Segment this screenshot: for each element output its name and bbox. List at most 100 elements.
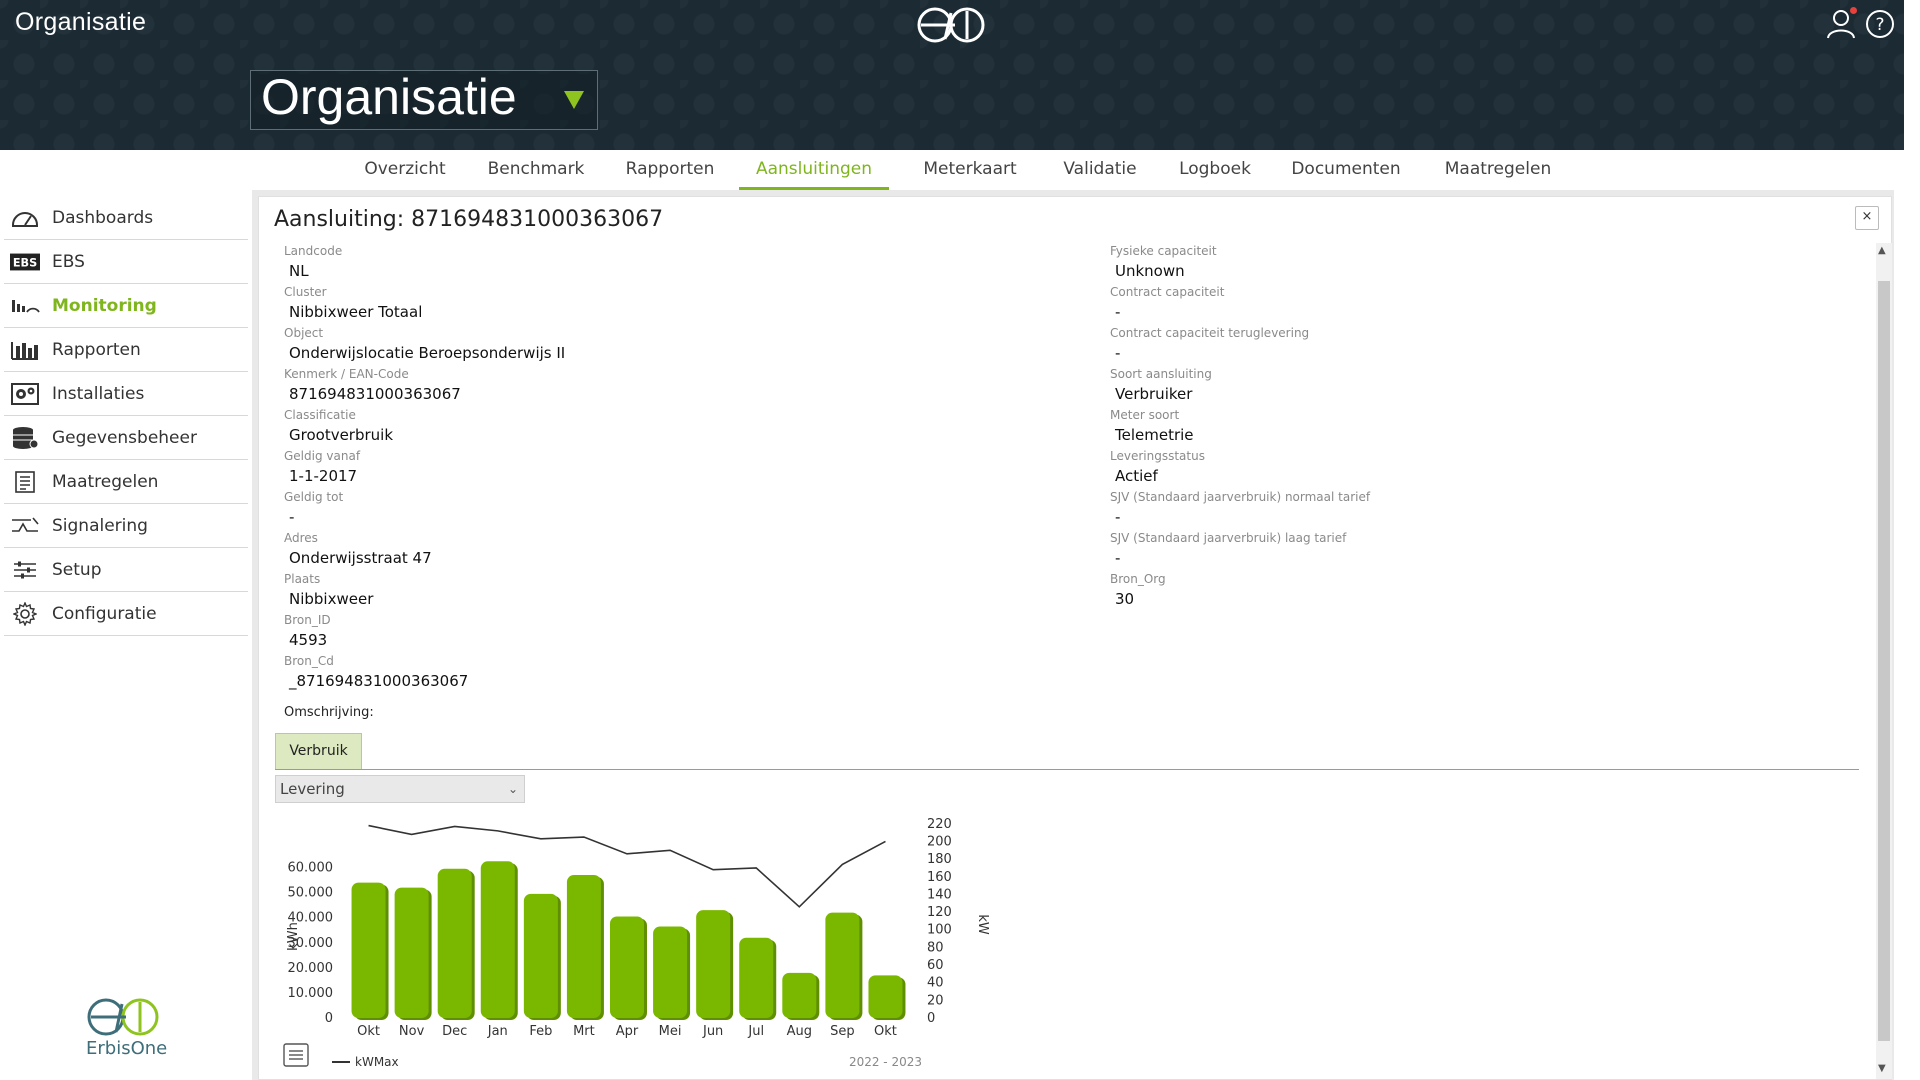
field-value: Grootverbruik: [289, 426, 394, 444]
tab-benchmark[interactable]: Benchmark: [476, 150, 596, 190]
sidebar-item-setup[interactable]: Setup: [4, 548, 248, 592]
y-right-tick-label: 60: [927, 958, 944, 973]
field-bron-id: Bron_ID 4593: [284, 612, 331, 652]
period-label: 2022 - 2023: [849, 1055, 922, 1069]
y-right-tick-label: 40: [927, 976, 944, 991]
sidebar-item-ebs[interactable]: EBS EBS: [4, 240, 248, 284]
sidebar-item-signalering[interactable]: Signalering: [4, 504, 248, 548]
bar: [825, 912, 860, 1018]
x-tick-label: Dec: [442, 1024, 467, 1039]
y-right-tick-label: 220: [927, 817, 952, 832]
field-fysieke-capaciteit: Fysieke capaciteit Unknown: [1110, 243, 1217, 283]
field-soort-aansluiting: Soort aansluiting Verbruiker: [1110, 366, 1212, 406]
app-title: Organisatie: [15, 8, 147, 36]
bar: [739, 937, 774, 1018]
erbis-logo-icon[interactable]: [915, 5, 989, 45]
sidebar-item-label: EBS: [52, 251, 85, 272]
sidebar-item-dashboards[interactable]: Dashboards: [4, 196, 248, 240]
field-label: Cluster: [284, 285, 327, 299]
field-value: Onderwijslocatie Beroepsonderwijs II: [289, 344, 566, 362]
scrollbar-thumb[interactable]: [1878, 281, 1890, 1041]
checklist-icon: [10, 470, 40, 493]
brand-name: ErbisOne: [86, 1038, 168, 1059]
chart-menu-icon[interactable]: [283, 1043, 309, 1067]
field-label: Contract capaciteit: [1110, 285, 1225, 299]
field-value: Verbruiker: [1115, 385, 1193, 403]
notification-dot-icon: [1850, 7, 1857, 14]
help-icon[interactable]: ?: [1864, 8, 1896, 40]
tab-validatie[interactable]: Validatie: [1050, 150, 1150, 190]
sidebar-item-maatregelen[interactable]: Maatregelen: [4, 460, 248, 504]
sidebar-item-installaties[interactable]: Installaties: [4, 372, 248, 416]
bar: [480, 861, 515, 1018]
sidebar-item-configuratie[interactable]: Configuratie: [4, 592, 248, 636]
field-landcode: Landcode NL: [284, 243, 342, 283]
field-bron-org: Bron_Org 30: [1110, 571, 1166, 611]
field-label: Leveringsstatus: [1110, 449, 1205, 463]
y-right-tick-label: 20: [927, 993, 944, 1008]
field-value: -: [1115, 344, 1121, 362]
tab-logboek[interactable]: Logboek: [1170, 150, 1260, 190]
x-tick-label: Jun: [702, 1024, 723, 1039]
bar: [351, 882, 386, 1018]
sidebar-item-label: Dashboards: [52, 207, 154, 228]
tab-overzicht[interactable]: Overzicht: [350, 150, 460, 190]
field-cluster: Cluster Nibbixweer Totaal: [284, 284, 422, 324]
field-value: Nibbixweer Totaal: [289, 303, 423, 321]
sidebar-item-label: Signalering: [52, 515, 148, 536]
chevron-down-icon: ⌄: [507, 782, 518, 796]
scroll-up-arrow-icon[interactable]: ▲: [1878, 245, 1886, 256]
subtab-divider: [275, 769, 1859, 770]
field-plaats: Plaats Nibbixweer: [284, 571, 373, 611]
field-label: Soort aansluiting: [1110, 367, 1212, 381]
tab-rapporten[interactable]: Rapporten: [616, 150, 724, 190]
svg-text:EBS: EBS: [13, 256, 37, 269]
y-tick-label: 50.000: [288, 886, 334, 901]
sidebar-item-rapporten[interactable]: Rapporten: [4, 328, 248, 372]
sidebar: Dashboards EBS EBS Monitoring Rapporten …: [0, 196, 248, 636]
y-right-tick-label: 0: [927, 1011, 935, 1026]
field-value: 871694831000363067: [289, 385, 461, 403]
field-meter-soort: Meter soort Telemetrie: [1110, 407, 1194, 447]
bar: [437, 868, 472, 1018]
bar: [868, 975, 903, 1018]
tab-aansluitingen[interactable]: Aansluitingen: [739, 150, 889, 190]
field-bron-cd: Bron_Cd _871694831000363067: [284, 653, 468, 693]
field-label: Object: [284, 326, 324, 340]
scroll-down-arrow-icon[interactable]: ▼: [1878, 1063, 1886, 1074]
x-tick-label: Mei: [659, 1024, 682, 1039]
field-label: Contract capaciteit teruglevering: [1110, 326, 1310, 340]
tab-documenten[interactable]: Documenten: [1280, 150, 1412, 190]
close-button[interactable]: ×: [1855, 206, 1879, 230]
field-sjv-normaal: SJV (Standaard jaarverbruik) normaal tar…: [1110, 489, 1370, 529]
gauge-icon: [10, 207, 40, 229]
sidebar-item-monitoring[interactable]: Monitoring: [4, 284, 248, 328]
bar: [610, 916, 644, 1018]
y-right-axis-label: kW: [975, 914, 990, 935]
field-value: -: [1115, 549, 1121, 567]
sidebar-item-label: Monitoring: [52, 295, 157, 316]
field-value: Telemetrie: [1115, 426, 1194, 444]
x-tick-label: Mrt: [573, 1024, 595, 1039]
field-value: 4593: [289, 631, 328, 649]
field-geldig-vanaf: Geldig vanaf 1-1-2017: [284, 448, 360, 488]
y-right-tick-label: 140: [927, 887, 952, 902]
svg-text:?: ?: [1875, 15, 1884, 35]
gear-icon: [10, 601, 40, 626]
field-classificatie: Classificatie Grootverbruik: [284, 407, 393, 447]
x-tick-label: Okt: [357, 1024, 380, 1039]
organisation-selector[interactable]: Organisatie: [250, 69, 598, 130]
field-contract-capaciteit: Contract capaciteit -: [1110, 284, 1224, 324]
sidebar-item-gegevensbeheer[interactable]: Gegevensbeheer: [4, 416, 248, 460]
tab-verbruik[interactable]: Verbruik: [275, 733, 362, 769]
field-value: Onderwijsstraat 47: [289, 549, 432, 567]
field-ean-code: Kenmerk / EAN-Code 871694831000363067: [284, 366, 461, 406]
field-value: NL: [289, 262, 309, 280]
tab-meterkaart[interactable]: Meterkaart: [910, 150, 1030, 190]
x-tick-label: Sep: [830, 1024, 855, 1039]
tab-maatregelen[interactable]: Maatregelen: [1430, 150, 1566, 190]
levering-select[interactable]: Levering ⌄: [275, 775, 525, 803]
y-right-tick-label: 120: [927, 905, 952, 920]
bar: [523, 893, 558, 1018]
sidebar-item-label: Configuratie: [52, 603, 157, 624]
